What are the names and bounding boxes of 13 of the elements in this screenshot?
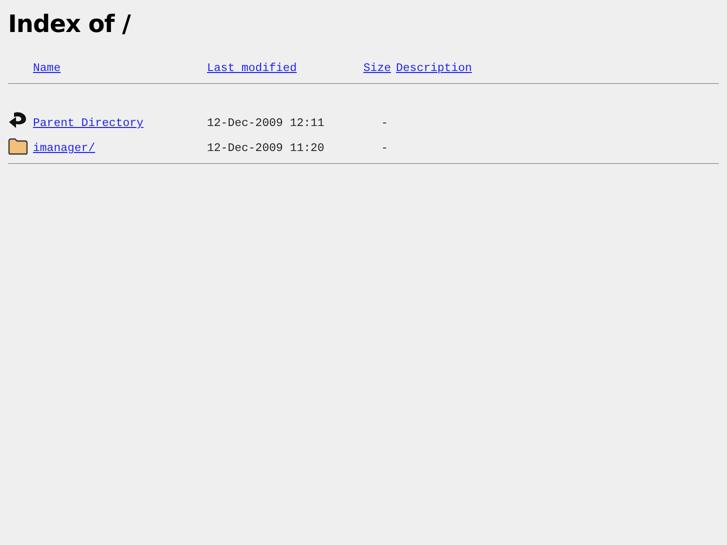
column-sort-link[interactable]: Name: [33, 62, 207, 75]
directory-link[interactable]: imanager/: [33, 142, 207, 155]
page-title: Index of /: [8, 10, 132, 38]
column-sort-link[interactable]: Description: [396, 62, 719, 75]
column-sort-link[interactable]: Size: [363, 62, 391, 75]
folder-icon: [8, 138, 28, 155]
modified-date: 12-Dec-2009 11:20: [207, 142, 326, 155]
modified-date: 12-Dec-2009 12:11: [207, 117, 326, 130]
file-size: -: [380, 117, 389, 130]
directory-link[interactable]: Parent Directory: [33, 117, 207, 130]
column-sort-link[interactable]: Last modified: [207, 62, 352, 75]
file-size: -: [380, 142, 389, 155]
back-arrow-icon: [8, 111, 28, 130]
